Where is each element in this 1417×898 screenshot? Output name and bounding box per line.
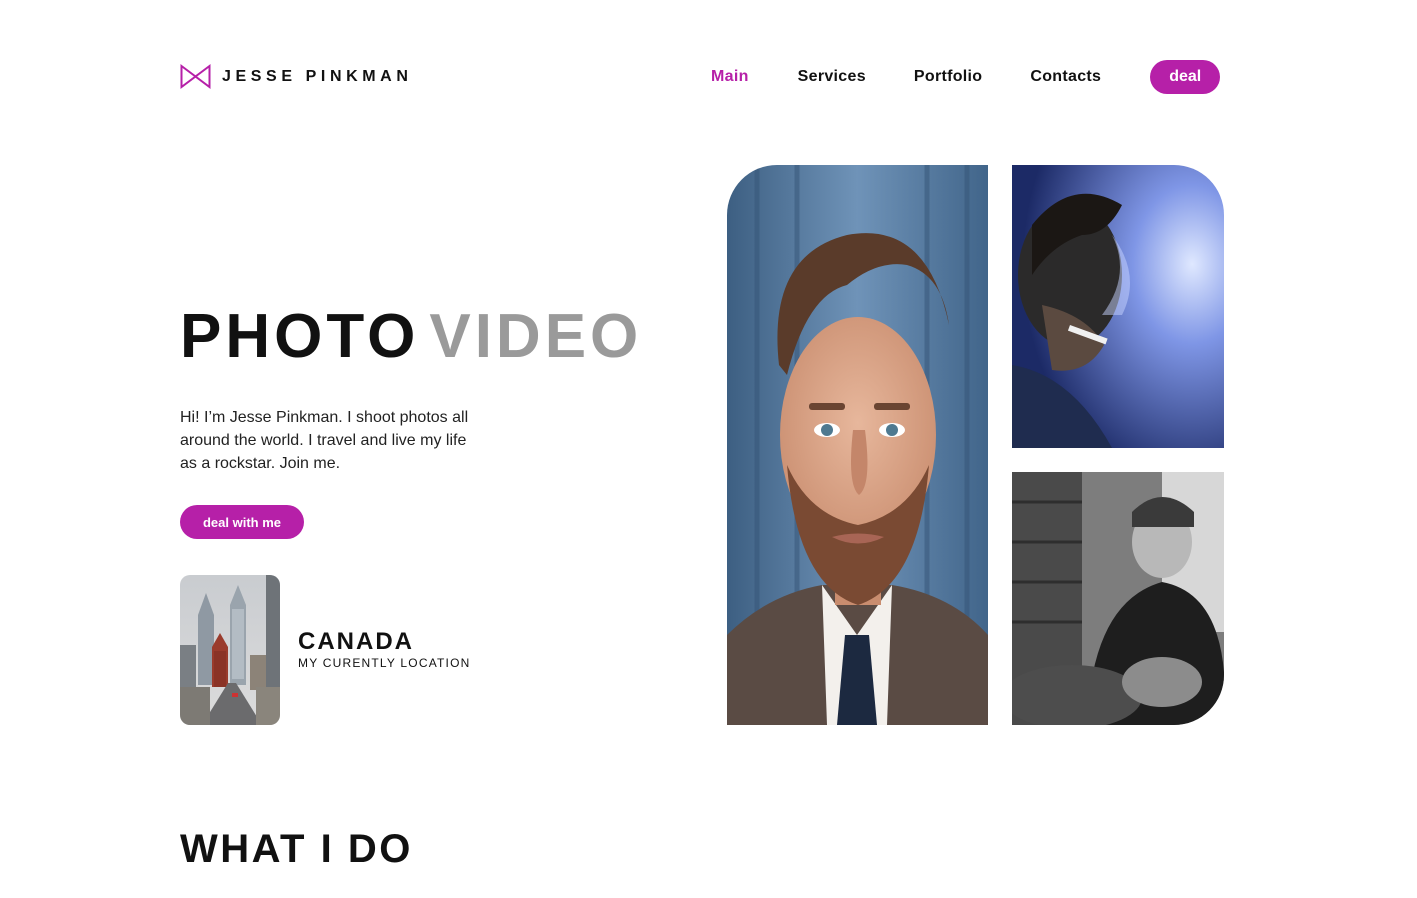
bowtie-icon <box>180 64 211 89</box>
smoking-photo <box>1012 165 1224 448</box>
portrait-photo-main <box>727 165 988 725</box>
nav-item-portfolio[interactable]: Portfolio <box>914 69 982 85</box>
hero-description: Hi! I’m Jesse Pinkman. I shoot photos al… <box>180 409 469 472</box>
nav-item-main[interactable]: Main <box>711 69 749 85</box>
what-i-do-heading: WHAT I DO <box>180 827 413 871</box>
nav-item-services[interactable]: Services <box>798 69 866 85</box>
main-nav: Main Services Portfolio Contacts deal <box>711 60 1221 94</box>
logo-text: JESSE PINKMAN <box>222 67 413 85</box>
hero-title-video: VIDEO <box>429 302 643 371</box>
site-logo[interactable]: JESSE PINKMAN <box>180 64 413 89</box>
hero-title: PHOTO VIDEO <box>180 306 642 368</box>
location-caption: MY CURENTLY LOCATION <box>298 656 471 670</box>
nav-item-contacts[interactable]: Contacts <box>1030 69 1101 85</box>
hooded-portrait-photo <box>1012 472 1224 725</box>
location-country: CANADA <box>298 628 414 655</box>
hero-title-photo: PHOTO <box>180 302 420 371</box>
page: JESSE PINKMAN Main Services Portfolio Co… <box>0 0 1417 898</box>
location-photo <box>180 575 280 725</box>
deal-with-me-button[interactable]: deal with me <box>180 505 304 539</box>
deal-button[interactable]: deal <box>1150 60 1221 94</box>
